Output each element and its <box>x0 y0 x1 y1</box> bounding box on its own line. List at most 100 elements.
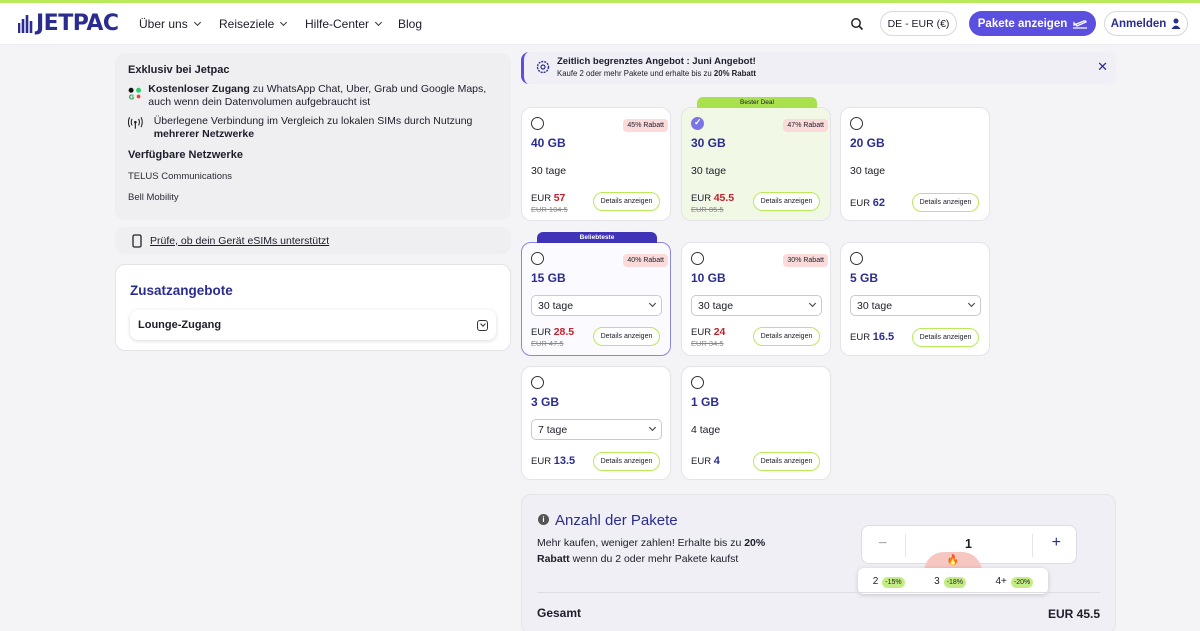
quantity-desc-a: Mehr kaufen, weniger zahlen! Erhalte bis… <box>537 537 745 549</box>
close-icon[interactable]: ✕ <box>1097 59 1108 75</box>
plan-price: EUR 45.5 <box>691 192 734 204</box>
plan-radio[interactable] <box>850 252 863 265</box>
nav-help-label: Hilfe-Center <box>305 17 370 31</box>
plan-radio[interactable] <box>691 376 704 389</box>
nav-blog-label: Blog <box>398 17 423 31</box>
login-label: Anmelden <box>1110 17 1167 30</box>
details-button[interactable]: Details anzeigen <box>753 192 820 211</box>
price-value: 57 <box>553 192 566 204</box>
plan-card-10gb[interactable]: 30% Rabatt 10 GB 30 tage EUR 24 EUR 34.5… <box>681 242 831 356</box>
price-value: 16.5 <box>872 331 895 343</box>
plan-radio[interactable] <box>531 376 544 389</box>
duration-select[interactable]: 30 tage <box>850 295 981 316</box>
plan-price: EUR 62 <box>850 197 885 209</box>
old-price: EUR 104.5 <box>531 205 568 214</box>
addons-title: Zusatzangebote <box>130 283 233 298</box>
plan-card-3gb[interactable]: 3 GB 7 tage EUR 13.5 Details anzeigen <box>521 366 671 480</box>
increment-button[interactable]: + <box>1052 534 1061 552</box>
plan-card-40gb[interactable]: 45% Rabatt 40 GB 30 tage EUR 57 EUR 104.… <box>521 107 671 221</box>
plan-data: 3 GB <box>531 395 560 409</box>
nav-destinations[interactable]: Reiseziele <box>219 17 288 31</box>
show-packages-button[interactable]: Pakete anzeigen <box>969 11 1096 36</box>
exclusive-panel: Exklusiv bei Jetpac G Kostenloser Zugang… <box>115 53 511 220</box>
network-text-bold: mehrerer Netzwerke <box>153 127 255 140</box>
most-popular-ribbon: Beliebteste <box>537 232 657 243</box>
free-access-row: G Kostenloser Zugang zu WhatsApp Chat, U… <box>128 83 498 108</box>
plan-radio-selected[interactable] <box>691 117 704 130</box>
plan-price: EUR 16.5 <box>850 331 894 343</box>
top-navbar: JETPAC Über uns Reiseziele Hilfe-Center … <box>0 3 1200 45</box>
plan-data: 30 GB <box>691 136 726 150</box>
phone-icon <box>132 233 142 248</box>
plan-radio[interactable] <box>531 252 544 265</box>
plan-duration: 4 tage <box>691 424 721 436</box>
plan-card-30gb[interactable]: Bester Deal 47% Rabatt 30 GB 30 tage EUR… <box>681 97 831 221</box>
jetpac-logo[interactable]: JETPAC <box>18 11 119 36</box>
plan-radio[interactable] <box>691 252 704 265</box>
decrement-button[interactable]: − <box>878 535 887 553</box>
tier-item[interactable]: 3 -18% <box>934 576 967 588</box>
plan-duration: 30 tage <box>850 165 886 177</box>
nav-about-label: Über uns <box>139 17 188 31</box>
free-access-text: Kostenloser Zugang zu WhatsApp Chat, Ube… <box>148 83 498 108</box>
expand-checkbox-icon[interactable] <box>477 319 488 331</box>
plan-card-15gb[interactable]: Beliebteste 40% Rabatt 15 GB 30 tage EUR… <box>521 232 671 356</box>
details-button[interactable]: Details anzeigen <box>912 193 979 212</box>
quantity-description: Mehr kaufen, weniger zahlen! Erhalte bis… <box>537 535 767 567</box>
plan-duration: 30 tage <box>691 165 727 177</box>
plan-price: EUR 13.5 <box>531 455 575 467</box>
language-currency-button[interactable]: DE - EUR (€) <box>880 11 957 36</box>
currency-label: EUR <box>531 193 552 204</box>
divider <box>537 592 1100 593</box>
plan-price: EUR 24 <box>691 326 725 338</box>
network-row: Überlegene Verbindung im Vergleich zu lo… <box>128 115 498 140</box>
currency-label: EUR <box>691 456 712 467</box>
duration-select[interactable]: 7 tage <box>531 419 662 440</box>
promo-banner: Zeitlich begrenztes Angebot : Juni Angeb… <box>521 52 1116 84</box>
svg-text:G: G <box>129 94 135 102</box>
chevron-down-icon <box>193 18 201 27</box>
details-button[interactable]: Details anzeigen <box>593 452 660 471</box>
chevron-down-icon <box>374 18 383 27</box>
network-text-main: Überlegene Verbindung im Vergleich zu lo… <box>153 115 473 127</box>
lounge-access-option[interactable]: Lounge-Zugang <box>130 310 496 340</box>
details-button[interactable]: Details anzeigen <box>912 328 979 347</box>
plan-data: 15 GB <box>531 271 566 285</box>
details-button[interactable]: Details anzeigen <box>753 327 820 346</box>
plan-data: 20 GB <box>850 136 885 150</box>
plan-radio[interactable] <box>850 117 863 130</box>
details-button[interactable]: Details anzeigen <box>593 192 660 211</box>
tier-item[interactable]: 4+ -20% <box>995 575 1034 588</box>
plan-duration: 30 tage <box>531 165 567 177</box>
details-button[interactable]: Details anzeigen <box>753 452 820 471</box>
currency-label: EUR <box>531 456 552 467</box>
price-value: 24 <box>713 326 726 338</box>
promo-text: Kaufe 2 oder mehr Pakete und erhalte bis… <box>557 69 756 78</box>
discount-badge: 40% Rabatt <box>623 254 668 267</box>
duration-select[interactable]: 30 tage <box>531 295 662 316</box>
duration-value: 30 tage <box>698 299 734 312</box>
plan-radio[interactable] <box>531 117 544 130</box>
plan-card-1gb[interactable]: 1 GB 4 tage EUR 4 Details anzeigen <box>681 366 831 480</box>
plane-icon <box>1073 20 1088 29</box>
plan-price: EUR 28.5 <box>531 326 574 338</box>
plan-card-20gb[interactable]: 20 GB 30 tage EUR 62 Details anzeigen <box>840 107 990 221</box>
free-access-bold: Kostenloser Zugang <box>148 83 250 95</box>
tier-count: 4+ <box>995 575 1007 587</box>
plan-data: 1 GB <box>691 395 720 409</box>
nav-help-center[interactable]: Hilfe-Center <box>305 17 383 31</box>
search-icon[interactable] <box>850 17 864 31</box>
tier-item[interactable]: 2 -15% <box>873 576 905 588</box>
esim-compat-link[interactable]: Prüfe, ob dein Gerät eSIMs unterstützt <box>115 227 511 254</box>
plan-card-5gb[interactable]: 5 GB 30 tage EUR 16.5 Details anzeigen <box>840 242 990 356</box>
login-button[interactable]: Anmelden <box>1104 11 1188 36</box>
show-packages-label: Pakete anzeigen <box>977 17 1068 30</box>
duration-select[interactable]: 30 tage <box>691 295 822 316</box>
discount-badge: 47% Rabatt <box>783 119 828 132</box>
details-button[interactable]: Details anzeigen <box>593 327 660 346</box>
nav-blog[interactable]: Blog <box>398 17 422 31</box>
app-logos-icon: G <box>128 87 142 102</box>
old-price: EUR 47.5 <box>531 339 564 348</box>
nav-about[interactable]: Über uns <box>139 17 201 31</box>
chevron-down-icon <box>648 423 657 432</box>
